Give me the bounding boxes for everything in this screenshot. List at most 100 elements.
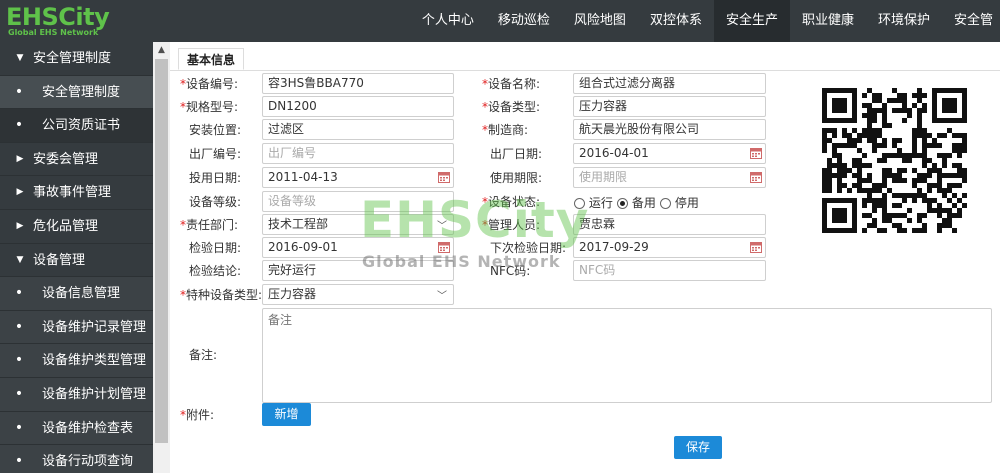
install-location-input[interactable]: 过滤区 [262,119,454,140]
next-inspection-date-value: 2017-09-29 [579,240,649,254]
nav-item-safety-more[interactable]: 安全管 [942,0,1000,42]
sidebar-item-label: 危化品管理 [33,218,99,234]
bullet-icon: • [14,385,24,402]
sidebar-group-equipment[interactable]: ▼ 设备管理 [0,244,153,278]
device-name-input[interactable]: 组合式过滤分离器 [573,73,766,94]
manufacturer-label: *制造商: [482,123,529,137]
sidebar-item-label: 事故事件管理 [33,185,112,201]
device-grade-input[interactable]: 设备等级 [262,191,454,212]
bullet-icon: • [14,352,24,369]
save-button[interactable]: 保存 [674,436,722,459]
caret-down-icon: ▼ [16,53,24,63]
sidebar-item-certificates[interactable]: • 公司资质证书 [0,109,153,143]
calendar-icon[interactable] [750,171,762,183]
nfc-label: NFC码: [490,264,531,278]
device-no-label: *设备编号: [180,77,239,91]
commission-date-input[interactable]: 2011-04-13 [262,167,454,188]
sidebar-group-safety-rules[interactable]: ▼ 安全管理制度 [0,42,153,76]
factory-date-label: 出厂日期: [490,147,543,161]
logo-text: EHSCity [6,3,110,31]
nav-item-environment[interactable]: 环境保护 [866,0,942,42]
manager-label: *管理人员: [482,218,541,232]
sidebar-group-hazardous-chemicals[interactable]: ▶ 危化品管理 [0,210,153,244]
spec-model-input[interactable]: DN1200 [262,96,454,117]
status-radio-disabled[interactable]: 停用 [660,194,699,210]
sidebar-item-label: 设备维护记录管理 [42,319,147,335]
sidebar-group-safety-committee[interactable]: ▶ 安委会管理 [0,143,153,177]
special-type-label: *特种设备类型: [180,288,263,302]
bullet-icon: • [14,318,24,335]
device-type-label: *设备类型: [482,100,541,114]
sidebar-item-label: 设备管理 [33,252,86,268]
sidebar-item-label: 安全管理制度 [33,51,112,66]
service-life-label: 使用期限: [490,171,543,185]
device-type-input[interactable]: 压力容器 [573,96,766,117]
device-grade-label: 设备等级: [189,195,242,209]
sidebar-item-maintenance-checklist[interactable]: • 设备维护检查表 [0,411,153,446]
device-no-input[interactable]: 容3HS鲁BBA770 [262,73,454,94]
sidebar-item-label: 设备维护类型管理 [42,353,147,369]
remarks-textarea[interactable] [262,308,992,403]
qr-code-image [822,88,967,233]
device-status-label: *设备状态: [482,195,541,209]
manager-input[interactable]: 贾忠霖 [573,214,766,235]
sidebar-scrollbar[interactable]: ▲ [153,42,170,473]
logo-subtitle: Global EHS Network [8,28,99,37]
department-label: *责任部门: [180,218,239,232]
service-life-placeholder: 使用期限 [579,170,628,184]
sidebar-item-maintenance-types[interactable]: • 设备维护类型管理 [0,344,153,378]
sidebar-item-label: 设备维护计划管理 [42,386,147,402]
status-option-label: 停用 [674,196,699,210]
sidebar-item-label: 设备行动项查询 [42,454,134,470]
caret-right-icon: ▶ [16,187,24,198]
status-radio-running[interactable]: 运行 [574,194,613,210]
inspection-result-input[interactable]: 完好运行 [262,260,454,281]
sidebar-item-action-query[interactable]: • 设备行动项查询 [0,445,153,473]
calendar-icon[interactable] [438,241,450,253]
bullet-icon: • [14,453,24,470]
bullet-icon: • [14,117,24,134]
calendar-icon[interactable] [750,147,762,159]
scroll-up-icon[interactable]: ▲ [153,42,170,59]
commission-date-value: 2011-04-13 [268,170,338,184]
status-option-label: 备用 [631,196,656,210]
sidebar-item-safety-rules[interactable]: • 安全管理制度 [0,75,153,110]
nav-item-risk-map[interactable]: 风险地图 [562,0,638,42]
sidebar: ▼ 安全管理制度 • 安全管理制度 • 公司资质证书 ▶ 安委会管理 ▶ 事故事件管理 ▶… [0,42,153,473]
special-type-value: 压力容器 [268,287,317,301]
inspection-result-label: 检验结论: [189,264,242,278]
nfc-input[interactable]: NFC码 [573,260,766,281]
device-name-label: *设备名称: [482,77,541,91]
ehscity-logo[interactable]: EHSCity Global EHS Network [6,3,132,37]
status-radio-standby[interactable]: 备用 [617,194,656,210]
nav-item-mobile-inspection[interactable]: 移动巡检 [486,0,562,42]
next-inspection-date-input[interactable]: 2017-09-29 [573,237,766,258]
radio-circle-checked [617,198,628,209]
nav-item-safety-production[interactable]: 安全生产 [713,0,790,42]
scrollbar-thumb[interactable] [155,59,168,443]
inspection-date-value: 2016-09-01 [268,240,338,254]
factory-date-input[interactable]: 2016-04-01 [573,143,766,164]
bullet-icon: • [14,419,24,436]
sidebar-item-maintenance-records[interactable]: • 设备维护记录管理 [0,310,153,345]
sidebar-item-equipment-info[interactable]: • 设备信息管理 [0,277,153,311]
nav-item-dual-control[interactable]: 双控体系 [638,0,714,42]
nav-item-personal-center[interactable]: 个人中心 [409,0,486,42]
manufacturer-input[interactable]: 航天晨光股份有限公司 [573,119,766,140]
install-location-label: 安装位置: [189,123,242,137]
top-nav: 个人中心 移动巡检 风险地图 双控体系 安全生产 职业健康 环境保护 安全管 [409,0,1000,42]
sidebar-group-incidents[interactable]: ▶ 事故事件管理 [0,176,153,210]
calendar-icon[interactable] [750,241,762,253]
inspection-date-label: 检验日期: [189,241,242,255]
nav-item-occupational-health[interactable]: 职业健康 [790,0,866,42]
attachment-label: *附件: [180,408,215,422]
tab-basic-info[interactable]: 基本信息 [178,48,244,70]
factory-no-input[interactable]: 出厂编号 [262,143,454,164]
special-type-select[interactable]: 压力容器 ﹀ [262,284,454,305]
calendar-icon[interactable] [438,171,450,183]
department-select[interactable]: 技术工程部 ﹀ [262,214,454,235]
sidebar-item-maintenance-plans[interactable]: • 设备维护计划管理 [0,377,153,412]
inspection-date-input[interactable]: 2016-09-01 [262,237,454,258]
add-attachment-button[interactable]: 新增 [262,403,311,426]
service-life-input[interactable]: 使用期限 [573,167,766,188]
